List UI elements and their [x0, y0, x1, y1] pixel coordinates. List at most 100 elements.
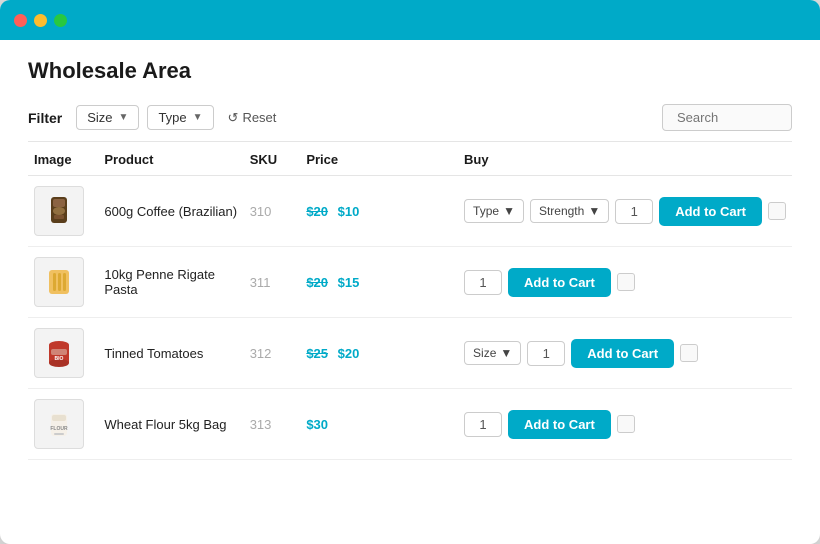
sku-value: 310: [250, 204, 272, 219]
add-to-cart-button[interactable]: Add to Cart: [571, 339, 674, 368]
type-filter-dropdown[interactable]: Type ▼: [147, 105, 213, 130]
product-image-cell: BIO: [28, 318, 98, 389]
flour-icon: FLOUR: [41, 406, 77, 442]
chevron-down-icon: ▼: [503, 204, 515, 218]
quantity-input[interactable]: [464, 270, 502, 295]
col-header-image: Image: [28, 142, 98, 176]
price-cell: $20 $15: [300, 247, 458, 318]
add-to-cart-button[interactable]: Add to Cart: [508, 410, 611, 439]
row-checkbox[interactable]: [680, 344, 698, 362]
sku-cell: 312: [244, 318, 301, 389]
buy-cell: Type ▼ Strength ▼ Add to Cart: [458, 176, 792, 247]
chevron-down-icon: ▼: [193, 112, 203, 123]
price-cell: $20 $10: [300, 176, 458, 247]
row-checkbox[interactable]: [768, 202, 786, 220]
row-checkbox[interactable]: [617, 415, 635, 433]
search-input[interactable]: [662, 104, 792, 131]
sku-cell: 310: [244, 176, 301, 247]
product-image-cell: FLOUR: [28, 389, 98, 460]
price-old: $25: [306, 346, 328, 361]
type-dropdown-label: Type: [473, 204, 499, 218]
add-to-cart-button[interactable]: Add to Cart: [508, 268, 611, 297]
sku-cell: 311: [244, 247, 301, 318]
product-image-cell: [28, 247, 98, 318]
sku-value: 311: [250, 275, 271, 290]
dot-yellow[interactable]: [34, 14, 47, 27]
buy-options: Size ▼ Add to Cart: [464, 339, 786, 368]
reset-label: Reset: [242, 110, 276, 125]
product-image: [34, 186, 84, 236]
app-window: Wholesale Area Filter Size ▼ Type ▼ ↺ Re…: [0, 0, 820, 544]
type-dropdown[interactable]: Type ▼: [464, 199, 524, 223]
table-header-row: Image Product SKU Price Buy: [28, 142, 792, 176]
tin-icon: BIO: [41, 335, 77, 371]
product-name-cell: Tinned Tomatoes: [98, 318, 243, 389]
quantity-input[interactable]: [615, 199, 653, 224]
col-header-product: Product: [98, 142, 243, 176]
product-name: Wheat Flour 5kg Bag: [104, 417, 226, 432]
product-image-cell: [28, 176, 98, 247]
col-header-price: Price: [300, 142, 458, 176]
product-image: BIO: [34, 328, 84, 378]
dot-red[interactable]: [14, 14, 27, 27]
page-content: Wholesale Area Filter Size ▼ Type ▼ ↺ Re…: [0, 40, 820, 544]
product-image: FLOUR: [34, 399, 84, 449]
filter-bar: Filter Size ▼ Type ▼ ↺ Reset: [28, 96, 792, 142]
dot-green[interactable]: [54, 14, 67, 27]
product-name-cell: 600g Coffee (Brazilian): [98, 176, 243, 247]
table-row: 600g Coffee (Brazilian) 310 $20 $10: [28, 176, 792, 247]
price-new: $10: [338, 204, 360, 219]
buy-cell: Add to Cart: [458, 389, 792, 460]
size-dropdown[interactable]: Size ▼: [464, 341, 521, 365]
add-to-cart-button[interactable]: Add to Cart: [659, 197, 762, 226]
price-cell: $25 $20: [300, 318, 458, 389]
sku-cell: 313: [244, 389, 301, 460]
price-cell: $30: [300, 389, 458, 460]
chevron-down-icon: ▼: [500, 346, 512, 360]
product-image: [34, 257, 84, 307]
table-row: BIO Tinned Tomatoes 312 $25 $20: [28, 318, 792, 389]
price-new: $20: [338, 346, 360, 361]
filter-label: Filter: [28, 110, 62, 126]
table-row: FLOUR Wheat Flour 5kg Bag 313: [28, 389, 792, 460]
table-row: 10kg Penne Rigate Pasta 311 $20 $15: [28, 247, 792, 318]
titlebar: [0, 0, 820, 40]
row-checkbox[interactable]: [617, 273, 635, 291]
product-name-cell: Wheat Flour 5kg Bag: [98, 389, 243, 460]
quantity-input[interactable]: [527, 341, 565, 366]
coffee-icon: [41, 193, 77, 229]
buy-options: Type ▼ Strength ▼ Add to Cart: [464, 197, 786, 226]
sku-value: 313: [250, 417, 272, 432]
svg-text:BIO: BIO: [55, 356, 64, 362]
product-name: 600g Coffee (Brazilian): [104, 204, 237, 219]
price-new: $15: [338, 275, 360, 290]
sku-value: 312: [250, 346, 272, 361]
chevron-down-icon: ▼: [119, 112, 129, 123]
product-name-cell: 10kg Penne Rigate Pasta: [98, 247, 243, 318]
price-old: $20: [306, 204, 328, 219]
buy-cell: Add to Cart: [458, 247, 792, 318]
size-dropdown-label: Size: [473, 346, 496, 360]
col-header-sku: SKU: [244, 142, 301, 176]
size-filter-dropdown[interactable]: Size ▼: [76, 105, 139, 130]
buy-cell: Size ▼ Add to Cart: [458, 318, 792, 389]
product-name: Tinned Tomatoes: [104, 346, 203, 361]
svg-text:FLOUR: FLOUR: [50, 426, 68, 432]
col-header-buy: Buy: [458, 142, 792, 176]
reset-icon: ↺: [228, 110, 239, 126]
strength-dropdown[interactable]: Strength ▼: [530, 199, 609, 223]
buy-options: Add to Cart: [464, 268, 786, 297]
page-title: Wholesale Area: [28, 40, 792, 96]
type-filter-label: Type: [158, 110, 186, 125]
strength-dropdown-label: Strength: [539, 204, 584, 218]
chevron-down-icon: ▼: [588, 204, 600, 218]
size-filter-label: Size: [87, 110, 112, 125]
quantity-input[interactable]: [464, 412, 502, 437]
pasta-icon: [41, 264, 77, 300]
price-only: $30: [306, 417, 328, 432]
products-table-wrap: Image Product SKU Price Buy: [28, 142, 792, 544]
buy-options: Add to Cart: [464, 410, 786, 439]
products-table: Image Product SKU Price Buy: [28, 142, 792, 460]
search-input-wrap: [662, 104, 792, 131]
reset-button[interactable]: ↺ Reset: [222, 106, 283, 130]
